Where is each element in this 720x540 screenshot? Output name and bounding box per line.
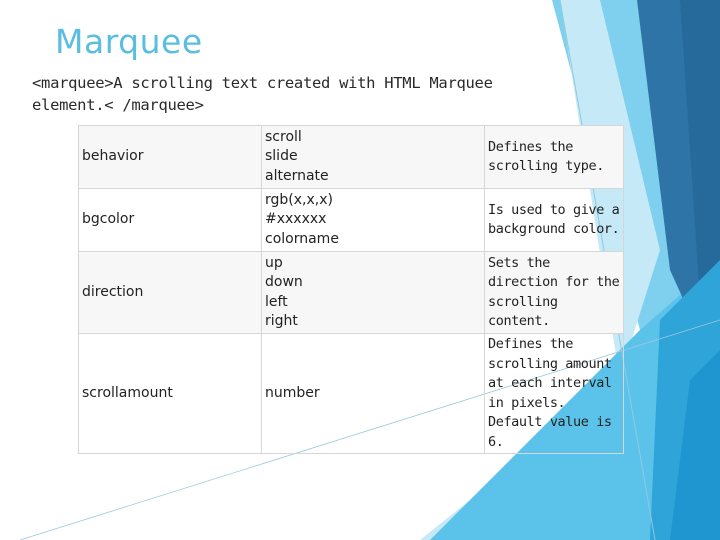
table-row: scrollamount number Defines the scrollin… xyxy=(78,333,624,454)
attribute-description: Is used to give a background color. xyxy=(484,188,624,252)
value-item: slide xyxy=(265,148,298,165)
value-item: left xyxy=(265,293,288,310)
attribute-values: up down left right xyxy=(261,251,485,334)
attribute-values: number xyxy=(261,333,485,454)
table-row: behavior scroll slide alternate Defines … xyxy=(78,125,624,189)
value-item: up xyxy=(265,254,283,271)
attribute-name: scrollamount xyxy=(78,333,262,454)
value-item: right xyxy=(265,313,298,329)
attribute-description: Sets the direction for the scrolling con… xyxy=(484,251,624,334)
value-item: down xyxy=(265,274,303,290)
attributes-table: behavior scroll slide alternate Defines … xyxy=(78,125,624,454)
attribute-name: direction xyxy=(78,251,262,334)
attribute-description: Defines the scrolling type. xyxy=(484,125,624,189)
slide-subtitle: <marquee>A scrolling text created with H… xyxy=(32,74,493,114)
value-item: scroll xyxy=(265,128,302,145)
slide-title: Marquee xyxy=(55,22,203,61)
attribute-name: behavior xyxy=(78,125,262,189)
value-item: #xxxxxx xyxy=(265,211,327,228)
attribute-description: Defines the scrolling amount at each int… xyxy=(484,333,624,454)
value-item: colorname xyxy=(265,230,339,247)
attribute-name: bgcolor xyxy=(78,188,262,252)
table-row: direction up down left right Sets the di… xyxy=(78,251,624,334)
value-item: number xyxy=(265,384,320,401)
value-item: alternate xyxy=(265,167,329,184)
table-row: bgcolor rgb(x,x,x) #xxxxxx colorname Is … xyxy=(78,188,624,252)
value-item: rgb(x,x,x) xyxy=(265,191,333,208)
attribute-values: rgb(x,x,x) #xxxxxx colorname xyxy=(261,188,485,252)
attribute-values: scroll slide alternate xyxy=(261,125,485,189)
